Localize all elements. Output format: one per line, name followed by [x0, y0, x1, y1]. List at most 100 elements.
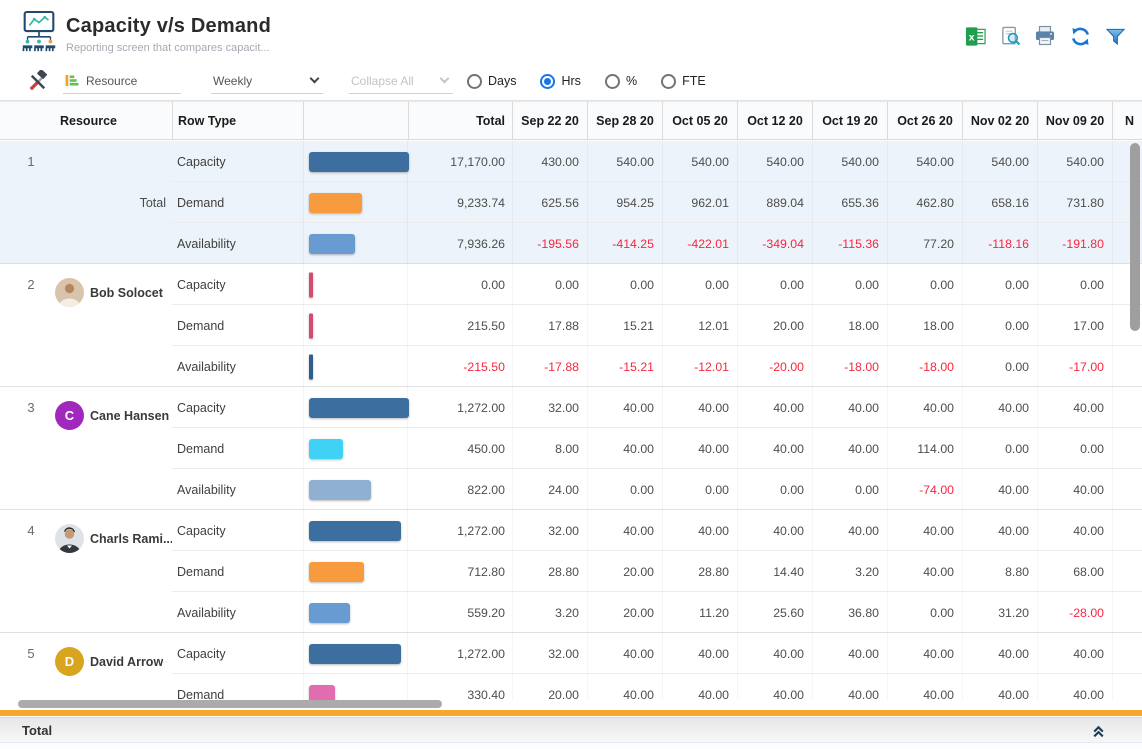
week-value: 40.00	[812, 510, 887, 551]
row-type-label: Availability	[177, 592, 236, 633]
header-actions: x	[964, 25, 1126, 47]
column-header-total: Total	[408, 102, 512, 139]
week-value: 540.00	[662, 141, 737, 182]
week-value: -17.00	[1037, 346, 1112, 387]
total-value: -215.50	[408, 346, 512, 387]
column-header-row-type: Row Type	[172, 102, 303, 139]
filter-icon[interactable]	[1104, 25, 1126, 47]
week-value: 0.00	[587, 264, 662, 305]
excel-export-icon[interactable]: x	[964, 25, 986, 47]
total-value: 330.40	[408, 674, 512, 700]
week-value: 11.20	[662, 592, 737, 633]
row-type-label: Capacity	[177, 633, 226, 674]
week-value-partial	[1112, 510, 1142, 551]
title-block: Capacity v/s Demand Reporting screen tha…	[66, 15, 271, 54]
vertical-scrollbar-thumb[interactable]	[1130, 143, 1140, 331]
grid-header: ResourceRow TypeTotalSep 22 20Sep 28 20O…	[0, 101, 1142, 140]
week-value: 655.36	[812, 182, 887, 223]
print-icon[interactable]	[1034, 25, 1056, 47]
mini-bar-cell	[303, 264, 408, 305]
column-header-week-4: Oct 19 20	[812, 102, 887, 139]
capacity-row: Capacity0.000.000.000.000.000.000.000.00…	[0, 264, 1142, 305]
week-value: 962.01	[662, 182, 737, 223]
row-type-label: Demand	[177, 428, 224, 469]
availability-row: Availability822.0024.000.000.000.000.00-…	[0, 469, 1142, 510]
radio-circle	[605, 74, 620, 89]
group-by-select[interactable]: Resource	[63, 69, 181, 94]
column-header-week-1: Sep 28 20	[587, 102, 662, 139]
week-value: 20.00	[737, 305, 812, 346]
unit-radio-percent[interactable]: %	[605, 74, 637, 89]
week-value: 954.25	[587, 182, 662, 223]
collapse-up-icon[interactable]	[1091, 723, 1106, 738]
report-presentation-icon	[18, 9, 60, 57]
grid-body: 1TotalCapacity17,170.00430.00540.00540.0…	[0, 141, 1142, 700]
mini-bar-cell	[303, 592, 408, 633]
week-value: 0.00	[662, 264, 737, 305]
week-value: 20.00	[587, 592, 662, 633]
unit-radio-fte[interactable]: FTE	[661, 74, 706, 89]
week-value: -191.80	[1037, 223, 1112, 264]
week-value: 40.00	[587, 674, 662, 700]
week-value: 40.00	[662, 674, 737, 700]
app-header: Capacity v/s Demand Reporting screen tha…	[0, 0, 1142, 62]
week-value: 0.00	[587, 469, 662, 510]
week-value: 0.00	[887, 264, 962, 305]
week-value: 540.00	[812, 141, 887, 182]
capacity-bar	[309, 521, 401, 541]
row-type-label: Demand	[177, 551, 224, 592]
week-value: 15.21	[587, 305, 662, 346]
week-value-partial	[1112, 633, 1142, 674]
week-value: -414.25	[587, 223, 662, 264]
bottom-strip	[0, 742, 1142, 749]
week-value: 0.00	[812, 264, 887, 305]
unit-radio-days[interactable]: Days	[467, 74, 516, 89]
week-value: 20.00	[512, 674, 587, 700]
week-value: 3.20	[812, 551, 887, 592]
week-value: -118.16	[962, 223, 1037, 264]
availability-row: Availability7,936.26-195.56-414.25-422.0…	[0, 223, 1142, 264]
week-value: 0.00	[1037, 264, 1112, 305]
week-value: 40.00	[1037, 633, 1112, 674]
week-value-partial	[1112, 592, 1142, 633]
week-value: 40.00	[587, 428, 662, 469]
week-value: 40.00	[587, 510, 662, 551]
unit-radio-hrs[interactable]: Hrs	[540, 74, 580, 89]
collapse-all-select: Collapse All	[349, 69, 453, 94]
week-value: -28.00	[1037, 592, 1112, 633]
footer-total-bar[interactable]: Total	[0, 717, 1142, 742]
week-value: 8.80	[962, 551, 1037, 592]
week-value: 40.00	[887, 387, 962, 428]
capacity-row: Capacity1,272.0032.0040.0040.0040.0040.0…	[0, 633, 1142, 674]
week-value: 40.00	[1037, 469, 1112, 510]
mini-bar-cell	[303, 182, 408, 223]
toolbar: Resource Weekly Collapse All Days Hrs% FTE	[0, 62, 1142, 101]
capacity-bar	[309, 152, 409, 172]
week-value-partial	[1112, 428, 1142, 469]
week-value: 40.00	[587, 633, 662, 674]
week-value: 0.00	[962, 264, 1037, 305]
period-select[interactable]: Weekly	[211, 69, 323, 94]
week-value: 17.88	[512, 305, 587, 346]
radio-label: Hrs	[561, 74, 580, 88]
horizontal-scrollbar-thumb[interactable]	[18, 700, 442, 708]
refresh-icon[interactable]	[1069, 25, 1091, 47]
week-value: 28.80	[512, 551, 587, 592]
row-type-label: Demand	[177, 305, 224, 346]
week-value: 114.00	[887, 428, 962, 469]
print-preview-icon[interactable]	[999, 25, 1021, 47]
availability-bar	[309, 603, 350, 623]
total-value: 215.50	[408, 305, 512, 346]
availability-bar	[309, 234, 355, 254]
settings-tools-icon[interactable]	[26, 70, 49, 93]
week-value: 40.00	[1037, 387, 1112, 428]
week-value: 40.00	[962, 633, 1037, 674]
demand-row: Demand450.008.0040.0040.0040.0040.00114.…	[0, 428, 1142, 469]
horizontal-scrollbar[interactable]	[0, 700, 1142, 709]
capacity-row: Capacity17,170.00430.00540.00540.00540.0…	[0, 141, 1142, 182]
week-value-partial	[1112, 387, 1142, 428]
radio-label: Days	[488, 74, 516, 88]
week-value: -115.36	[812, 223, 887, 264]
week-value: 18.00	[887, 305, 962, 346]
row-type-label: Availability	[177, 223, 236, 264]
